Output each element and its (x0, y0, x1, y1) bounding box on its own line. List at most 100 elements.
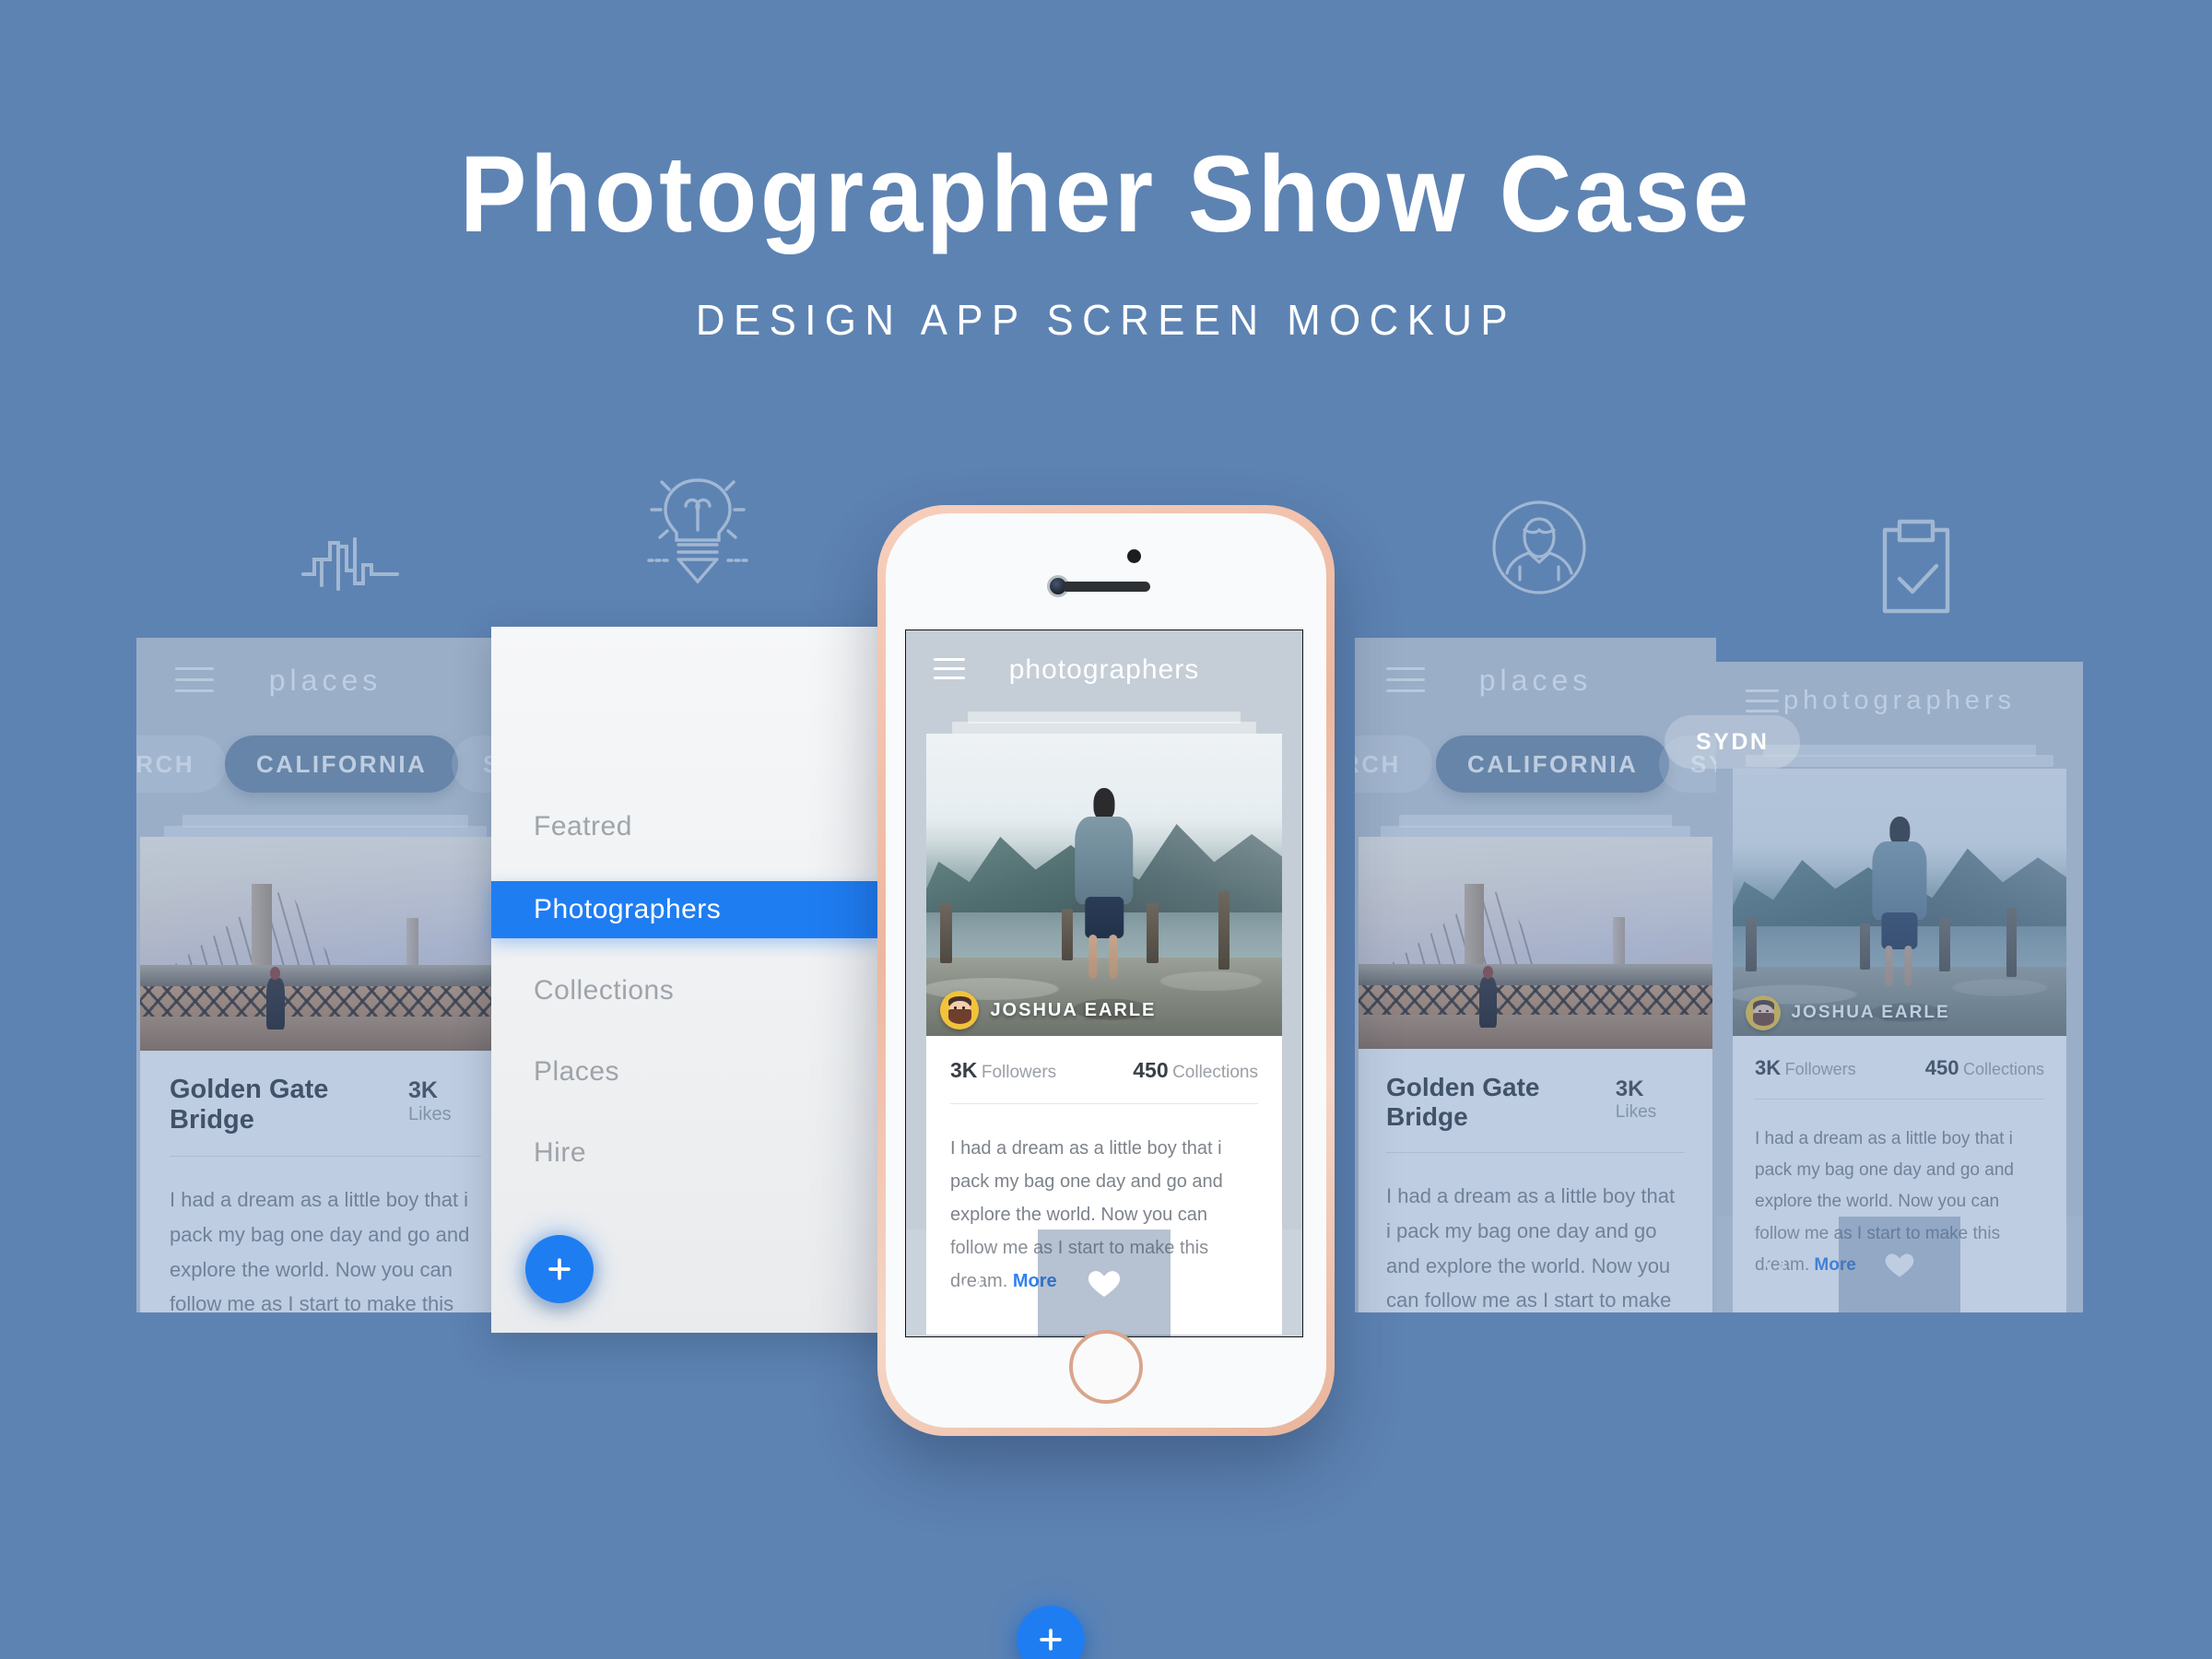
place-description: I had a dream as a little boy that i pac… (1386, 1179, 1685, 1312)
likes-tab[interactable] (1838, 1217, 1961, 1312)
stats-row: 3K Followers 450 Collections (1755, 1056, 2044, 1080)
search-tab[interactable] (1716, 1217, 1839, 1312)
figure-shorts (1085, 896, 1124, 938)
add-fab-button[interactable] (525, 1235, 594, 1303)
home-button[interactable] (1069, 1330, 1143, 1404)
figure-leg-left (1088, 934, 1098, 980)
chip-filter-row[interactable]: RCH CALIFORNIA SY (1355, 726, 1716, 815)
followers-stat: 3K Followers (950, 1058, 1056, 1083)
divider (170, 1156, 481, 1157)
screen-places-right[interactable]: places RCH CALIFORNIA SY Golden Gate Bri… (1355, 638, 1716, 1312)
description-text: I had a dream as a little boy that i pac… (170, 1188, 470, 1312)
wooden-post (1218, 890, 1230, 970)
menu-item-hire[interactable]: Hire (491, 1124, 915, 1182)
bridge-deck (140, 965, 511, 987)
figure-shorts (1881, 912, 1918, 950)
menu-item-collections[interactable]: Collections (491, 962, 915, 1019)
divider (1386, 1152, 1685, 1153)
bridge-pylon (251, 884, 272, 974)
wooden-post (1746, 918, 1758, 972)
chip-california[interactable]: CALIFORNIA (1436, 735, 1670, 793)
bottom-tabbar[interactable] (1716, 1217, 2083, 1312)
bridge-walkway (140, 1016, 511, 1051)
followers-count: 3K (1755, 1056, 1782, 1079)
golden-gate-bridge-photo (1359, 837, 1712, 1049)
place-meta: Golden Gate Bridge 3K Likes I had a drea… (1359, 1049, 1712, 1312)
user-avatar-circle-icon (1492, 500, 1586, 594)
heart-icon (1885, 1253, 1914, 1277)
stats-row: 3K Followers 450 Collections (950, 1058, 1258, 1083)
followers-count: 3K (950, 1058, 978, 1082)
search-icon (1765, 1253, 1790, 1277)
appbar: photographers (906, 630, 1302, 712)
person-icon (2011, 1252, 2033, 1277)
bridge-pylon (1465, 883, 1485, 973)
avatar-face (945, 995, 974, 1025)
place-card[interactable]: Golden Gate Bridge 3K Likes I had a drea… (1359, 837, 1712, 1312)
profile-tab[interactable] (1960, 1217, 2083, 1312)
search-icon (959, 1269, 986, 1298)
likes-count: 3K (407, 1077, 438, 1103)
wooden-post (1939, 918, 1951, 972)
drawer-menu-list[interactable]: Featred Photographers Collections Places… (491, 627, 915, 1182)
bridge-pylon-far (1613, 917, 1625, 969)
collections-count: 450 (1133, 1058, 1169, 1082)
chip-christchurch[interactable]: RCH (1355, 735, 1432, 793)
avatar-beard (947, 1009, 972, 1024)
photographer-name: JOSHUA EARLE (990, 999, 1157, 1020)
avatar (940, 991, 980, 1030)
chip-california[interactable]: CALIFORNIA (225, 735, 459, 793)
bridge-pylon-far (406, 918, 419, 970)
hero-header: Photographer Show Case DESIGN APP SCREEN… (0, 0, 2212, 345)
menu-item-places[interactable]: Places (491, 1043, 915, 1100)
mountain-lake-man-photo: JOSHUA EARLE (926, 734, 1282, 1036)
golden-gate-bridge-photo (140, 837, 511, 1051)
earpiece-speaker (1062, 582, 1150, 592)
navigation-drawer[interactable]: Featred Photographers Collections Places… (491, 627, 1085, 1659)
phone-front-panel: photographers JOSHUA EARLE 3K Followers … (886, 513, 1326, 1428)
phone-screen[interactable]: photographers JOSHUA EARLE 3K Followers … (905, 629, 1303, 1337)
followers-stat: 3K Followers (1755, 1056, 1856, 1080)
page-title: Photographer Show Case (460, 134, 1752, 255)
add-button[interactable] (1017, 1606, 1085, 1659)
collections-label: Collections (1962, 1060, 2044, 1078)
person-icon (1224, 1269, 1249, 1297)
likes-tab[interactable] (1038, 1230, 1171, 1336)
app-title: places (268, 664, 382, 697)
photographer-byline: JOSHUA EARLE (926, 984, 1282, 1036)
menu-item-photographers[interactable]: Photographers (491, 881, 880, 938)
stack-shadow-front (952, 722, 1256, 734)
figure-head (1093, 788, 1115, 820)
bottom-tabbar[interactable] (906, 1230, 1302, 1336)
wooden-post (1061, 909, 1074, 960)
appbar: places (1355, 638, 1716, 726)
photographer-name: JOSHUA EARLE (1791, 1003, 1950, 1023)
card-stack (906, 712, 1302, 734)
phone-frame: photographers JOSHUA EARLE 3K Followers … (877, 505, 1335, 1436)
wooden-post (1147, 902, 1159, 964)
man-figure (1869, 817, 1929, 986)
plus-icon (1040, 1629, 1062, 1651)
chip-sydney-peek[interactable]: SYDN (1665, 715, 1801, 769)
figure-leg-right (1109, 934, 1118, 980)
card-stack (136, 815, 514, 839)
divider (1755, 1099, 2044, 1100)
profile-tab[interactable] (1170, 1230, 1302, 1336)
menu-item-featred[interactable]: Featred (491, 798, 915, 855)
chip-filter-row[interactable]: URCH CALIFORNIA SYD (136, 726, 514, 815)
proximity-sensor (1127, 549, 1141, 563)
collections-stat: 450 Collections (1133, 1058, 1258, 1083)
menu-spacer (491, 1019, 915, 1043)
screen-places-left[interactable]: places URCH CALIFORNIA SYD Golden Gate B… (136, 638, 514, 1312)
chip-christchurch[interactable]: URCH (136, 735, 227, 793)
likes-stat: 3K Likes (408, 1077, 481, 1125)
place-meta: Golden Gate Bridge 3K Likes I had a drea… (140, 1051, 511, 1312)
avatar-face (1750, 1000, 1777, 1027)
mountain-lake-man-photo: JOSHUA EARLE (1733, 769, 2066, 1036)
likes-stat: 3K Likes (1616, 1077, 1685, 1123)
likes-label: Likes (1615, 1102, 1657, 1122)
place-card[interactable]: Golden Gate Bridge 3K Likes I had a drea… (140, 837, 511, 1312)
search-tab[interactable] (906, 1230, 1039, 1336)
place-title: Golden Gate Bridge (1386, 1073, 1540, 1131)
app-title: places (1478, 664, 1593, 697)
